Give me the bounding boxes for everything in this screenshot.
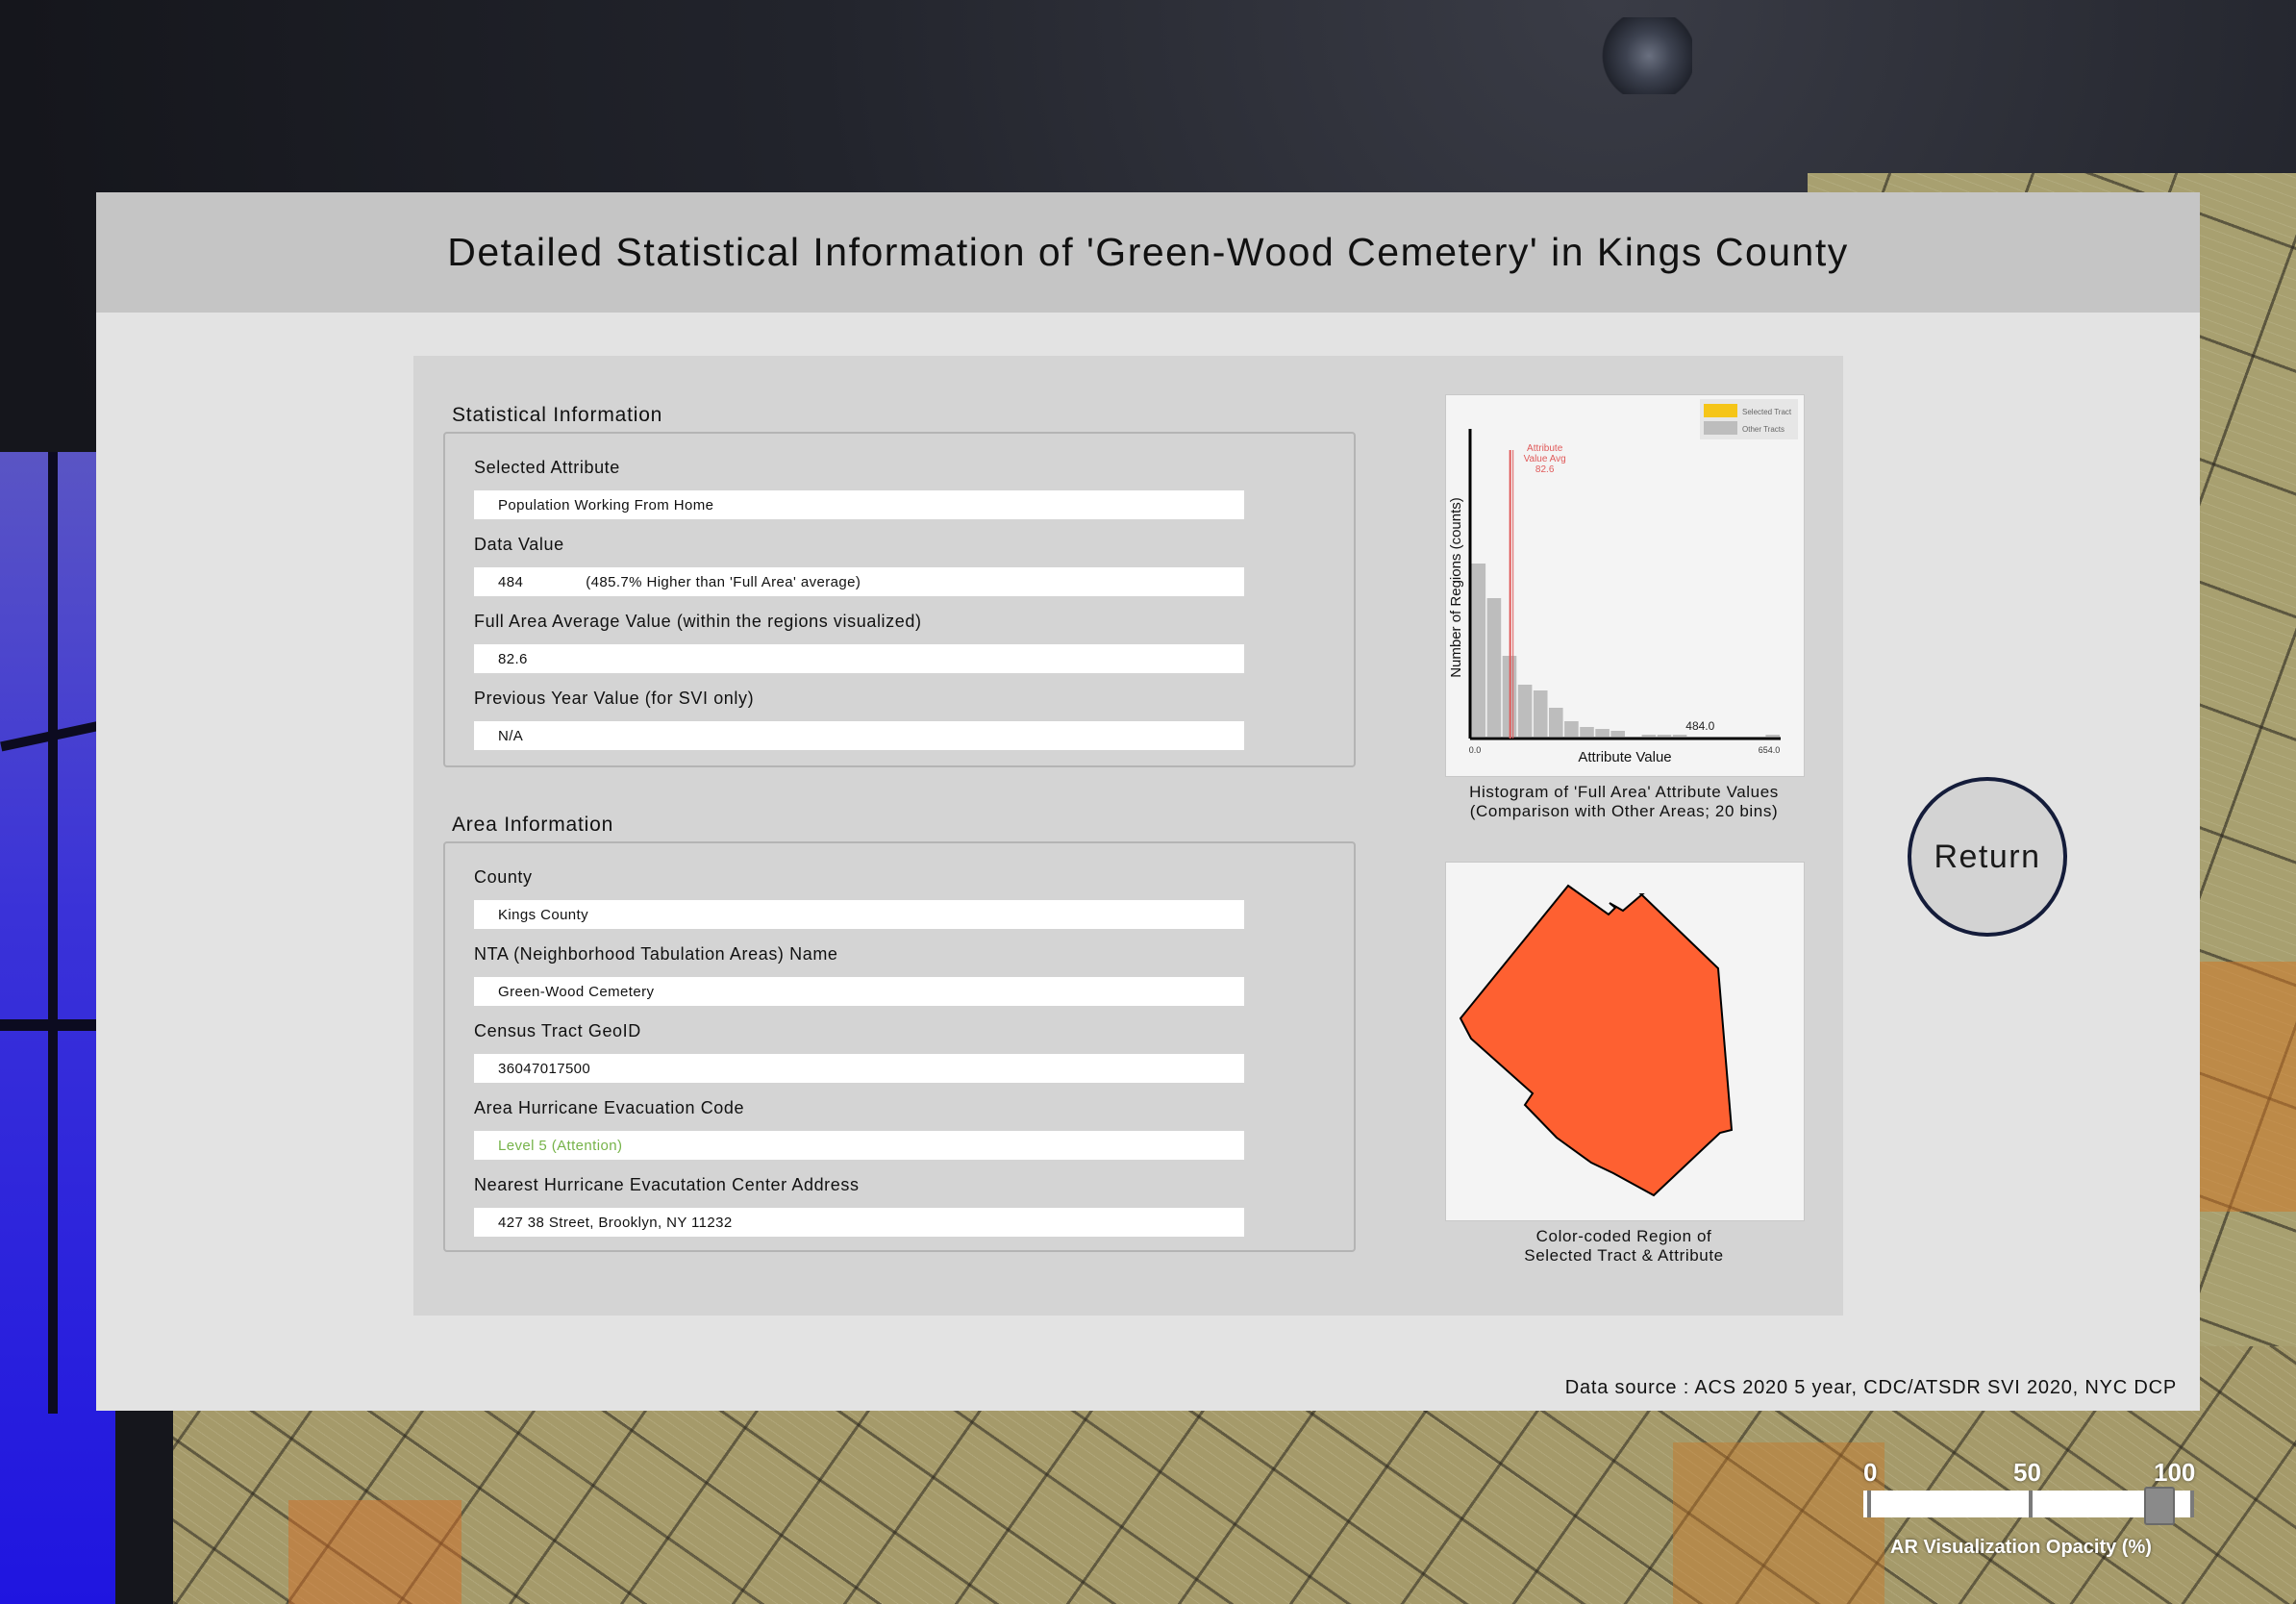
slider-tick-label-0: 0 [1863, 1458, 1878, 1487]
previous-year-label: Previous Year Value (for SVI only) [474, 689, 755, 708]
county-label: County [474, 867, 533, 887]
map-region-highlight [1673, 1442, 1884, 1604]
histogram-bar [1486, 598, 1502, 737]
previous-year-value: N/A [474, 721, 1244, 750]
slider-tick-mark [1867, 1491, 1871, 1517]
histogram-frame: Selected Tract Other Tracts Attribute Va… [1445, 394, 1805, 777]
slider-tick-label-50: 50 [2013, 1458, 2041, 1487]
full-area-average-text: 82.6 [498, 650, 528, 667]
nta-text: Green-Wood Cemetery [498, 983, 655, 1000]
tract-region-shape [1459, 884, 1734, 1197]
full-area-average-value: 82.6 [474, 644, 1244, 673]
histogram-caption: Histogram of 'Full Area' Attribute Value… [1445, 783, 1803, 821]
histogram-bar [1657, 735, 1672, 737]
legend-swatch-other [1704, 421, 1737, 435]
slider-caption: AR Visualization Opacity (%) [1890, 1537, 2152, 1558]
screen-frame [48, 452, 58, 1414]
slider-tick-mark [2029, 1491, 2033, 1517]
data-value-label: Data Value [474, 535, 564, 554]
evacuation-code-label: Area Hurricane Evacuation Code [474, 1098, 745, 1117]
evacuation-center-value: 427 38 Street, Brooklyn, NY 11232 [474, 1208, 1244, 1237]
histogram-bar [1564, 721, 1579, 737]
legend-swatch-selected [1704, 404, 1737, 417]
histogram-chart: Selected Tract Other Tracts Attribute Va… [1448, 399, 1798, 765]
histogram-bar [1765, 735, 1780, 737]
region-map [1459, 884, 1734, 1197]
panel-header: Detailed Statistical Information of 'Gre… [96, 192, 2200, 313]
histogram-bar [1595, 729, 1610, 737]
histogram-caption-line2: (Comparison with Other Areas; 20 bins) [1469, 802, 1779, 820]
opacity-slider[interactable]: 0 50 100 AR Visualization Opacity (%) [1856, 1452, 2202, 1567]
average-label-line3: 82.6 [1535, 464, 1555, 475]
y-axis-label: Number of Regions (counts) [1448, 497, 1464, 678]
data-value-text: 484 [498, 573, 524, 590]
statistical-info-fieldset: Selected Attribute Population Working Fr… [443, 432, 1356, 767]
slider-tick-mark [2190, 1491, 2194, 1517]
area-info-title: Area Information [452, 814, 614, 836]
census-tract-label: Census Tract GeoID [474, 1021, 641, 1040]
evacuation-code-text: Level 5 (Attention) [498, 1137, 623, 1154]
x-tick-min: 0.0 [1469, 745, 1482, 755]
histogram-caption-line1: Histogram of 'Full Area' Attribute Value… [1469, 783, 1779, 801]
histogram-bar [1533, 690, 1548, 737]
average-label-line2: Value Avg [1524, 454, 1566, 464]
previous-year-text: N/A [498, 727, 524, 744]
census-tract-value: 36047017500 [474, 1054, 1244, 1083]
return-button[interactable]: Return [1908, 777, 2067, 937]
slider-thumb[interactable] [2144, 1487, 2176, 1525]
histogram-bar [1641, 735, 1657, 737]
histogram-bar [1471, 564, 1486, 737]
histogram-bar [1549, 708, 1563, 737]
content-box: Statistical Information Selected Attribu… [413, 356, 1843, 1316]
data-value-field: 484 (485.7% Higher than 'Full Area' aver… [474, 567, 1244, 596]
legend-label-selected: Selected Tract [1742, 408, 1792, 416]
data-source-text: Data source : ACS 2020 5 year, CDC/ATSDR… [1564, 1377, 2177, 1398]
region-caption-line1: Color-coded Region of [1535, 1227, 1712, 1245]
area-info-fieldset: County Kings County NTA (Neighborhood Ta… [443, 841, 1356, 1252]
evacuation-center-label: Nearest Hurricane Evacutation Center Add… [474, 1175, 860, 1194]
x-tick-max: 654.0 [1759, 745, 1781, 755]
page-title: Detailed Statistical Information of 'Gre… [447, 230, 1849, 274]
region-caption-line2: Selected Tract & Attribute [1524, 1246, 1724, 1265]
evacuation-center-text: 427 38 Street, Brooklyn, NY 11232 [498, 1214, 733, 1231]
selected-attribute-text: Population Working From Home [498, 496, 714, 514]
detail-panel: Detailed Statistical Information of 'Gre… [96, 192, 2200, 1411]
region-map-frame [1445, 862, 1805, 1221]
full-area-average-label: Full Area Average Value (within the regi… [474, 612, 922, 631]
slider-tick-label-100: 100 [2154, 1458, 2196, 1487]
average-label-line1: Attribute [1527, 443, 1563, 454]
nta-label: NTA (Neighborhood Tabulation Areas) Name [474, 944, 838, 964]
histogram-bar [1610, 731, 1625, 737]
selected-attribute-value: Population Working From Home [474, 490, 1244, 519]
slider-track[interactable] [1863, 1491, 2190, 1517]
county-text: Kings County [498, 906, 589, 923]
map-region-highlight [288, 1500, 462, 1604]
nta-value: Green-Wood Cemetery [474, 977, 1244, 1006]
evacuation-code-value: Level 5 (Attention) [474, 1131, 1244, 1160]
selected-attribute-label: Selected Attribute [474, 458, 620, 477]
legend-label-other: Other Tracts [1742, 425, 1784, 434]
census-tract-text: 36047017500 [498, 1060, 591, 1077]
region-caption: Color-coded Region of Selected Tract & A… [1445, 1227, 1803, 1266]
histogram-bars [1471, 564, 1780, 737]
statistical-info-title: Statistical Information [452, 404, 663, 426]
selected-value-label: 484.0 [1685, 719, 1714, 733]
histogram-bar [1672, 735, 1687, 737]
county-value: Kings County [474, 900, 1244, 929]
x-axis-label: Attribute Value [1578, 749, 1671, 765]
histogram-bar [1580, 727, 1594, 737]
ceiling-device [1596, 17, 1692, 94]
histogram-bar [1517, 685, 1533, 737]
data-value-comparison: (485.7% Higher than 'Full Area' average) [586, 573, 861, 590]
